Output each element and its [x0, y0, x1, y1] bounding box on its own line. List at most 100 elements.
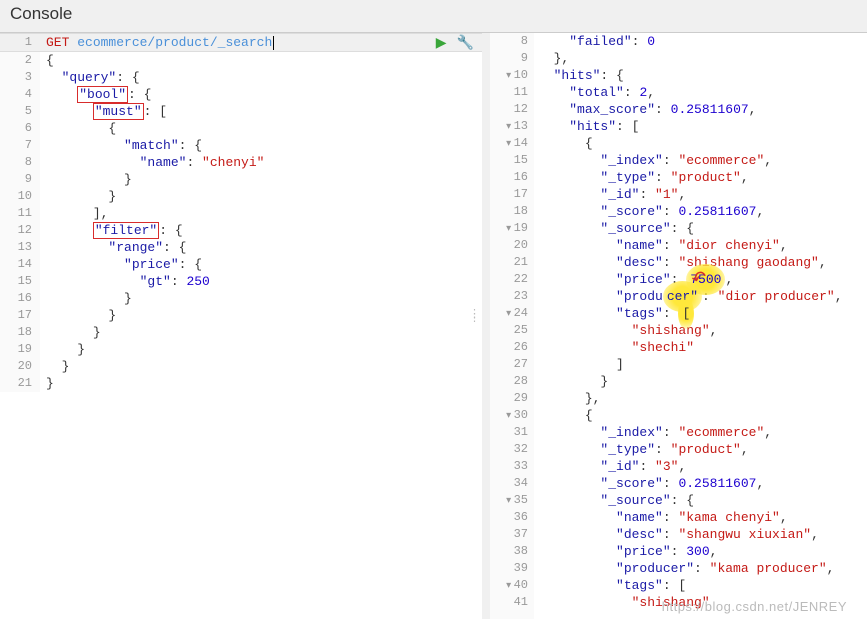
watermark-text: https://blog.csdn.net/JENREY	[662, 599, 847, 614]
code-content[interactable]: }	[40, 358, 482, 375]
line-number: 17	[0, 307, 40, 324]
request-line[interactable]: 8 "name": "chenyi"	[0, 154, 482, 171]
code-content[interactable]: "query": {	[40, 69, 482, 86]
request-line[interactable]: 6 {	[0, 120, 482, 137]
response-code[interactable]: "failed": 0 }, "hits": { "total": 2, "ma…	[534, 33, 867, 619]
line-number: 16	[0, 290, 40, 307]
code-content[interactable]: "must": [	[40, 103, 482, 120]
response-line: "_source": {	[538, 492, 867, 509]
request-line[interactable]: 10 }	[0, 188, 482, 205]
fold-icon[interactable]: ▾	[504, 408, 514, 425]
code-content[interactable]: ],	[40, 205, 482, 222]
code-content[interactable]: }	[40, 290, 482, 307]
code-content[interactable]: }	[40, 341, 482, 358]
line-number: 20	[0, 358, 40, 375]
response-line: "_score": 0.25811607,	[538, 203, 867, 220]
response-gutter: 89▾101112▾13▾1415161718▾1920212223▾24252…	[490, 33, 534, 619]
line-number: 12	[0, 222, 40, 239]
response-line: "_index": "ecommerce",	[538, 152, 867, 169]
line-number: 27	[490, 356, 528, 373]
line-number: 6	[0, 120, 40, 137]
request-line[interactable]: 15 "gt": 250	[0, 273, 482, 290]
line-number: ▾30	[490, 407, 528, 424]
request-line[interactable]: 12 "filter": {	[0, 222, 482, 239]
line-number: 11	[490, 84, 528, 101]
request-line[interactable]: 14 "price": {	[0, 256, 482, 273]
line-number: 22	[490, 271, 528, 288]
line-number: 31	[490, 424, 528, 441]
line-number: 11	[0, 205, 40, 222]
line-number: 4	[0, 86, 40, 103]
line-number: 17	[490, 186, 528, 203]
line-number: ▾10	[490, 67, 528, 84]
response-line: "hits": [	[538, 118, 867, 135]
code-content[interactable]: GET ecommerce/product/_search	[40, 34, 482, 51]
line-number: ▾35	[490, 492, 528, 509]
response-line: "max_score": 0.25811607,	[538, 101, 867, 118]
request-line[interactable]: 17 }	[0, 307, 482, 324]
request-line[interactable]: 4 "bool": {	[0, 86, 482, 103]
code-content[interactable]: }	[40, 324, 482, 341]
line-number: 19	[0, 341, 40, 358]
response-line: ]	[538, 356, 867, 373]
line-number: 15	[490, 152, 528, 169]
request-line[interactable]: 13 "range": {	[0, 239, 482, 256]
response-viewer-pane[interactable]: 89▾101112▾13▾1415161718▾1920212223▾24252…	[490, 33, 867, 619]
request-editor-pane[interactable]: ▶ 🔧 1GET ecommerce/product/_search2{3 "q…	[0, 33, 490, 619]
fold-icon[interactable]: ▾	[504, 221, 514, 238]
line-number: 21	[490, 254, 528, 271]
line-number: 25	[490, 322, 528, 339]
response-line: "_score": 0.25811607,	[538, 475, 867, 492]
fold-icon[interactable]: ▾	[504, 578, 514, 595]
code-content[interactable]: "bool": {	[40, 86, 482, 103]
fold-icon[interactable]: ▾	[504, 136, 514, 153]
request-line[interactable]: 16 }	[0, 290, 482, 307]
response-line: {	[538, 135, 867, 152]
request-line[interactable]: 3 "query": {	[0, 69, 482, 86]
fold-icon[interactable]: ▾	[504, 68, 514, 85]
response-line: "_id": "3",	[538, 458, 867, 475]
code-content[interactable]: {	[40, 120, 482, 137]
code-content[interactable]: }	[40, 307, 482, 324]
request-line[interactable]: 9 }	[0, 171, 482, 188]
fold-icon[interactable]: ▾	[504, 493, 514, 510]
request-line[interactable]: 2{	[0, 52, 482, 69]
code-content[interactable]: "filter": {	[40, 222, 482, 239]
code-content[interactable]: "price": {	[40, 256, 482, 273]
response-line: }	[538, 373, 867, 390]
line-number: 7	[0, 137, 40, 154]
fold-icon[interactable]: ▾	[504, 306, 514, 323]
split-panes: ▶ 🔧 1GET ecommerce/product/_search2{3 "q…	[0, 33, 867, 619]
code-content[interactable]: "match": {	[40, 137, 482, 154]
response-line: {	[538, 407, 867, 424]
response-line: "desc": "shangwu xiuxian",	[538, 526, 867, 543]
line-number: 33	[490, 458, 528, 475]
code-content[interactable]: }	[40, 188, 482, 205]
request-line[interactable]: 11 ],	[0, 205, 482, 222]
line-number: 38	[490, 543, 528, 560]
code-content[interactable]: "name": "chenyi"	[40, 154, 482, 171]
request-line[interactable]: 5 "must": [	[0, 103, 482, 120]
code-content[interactable]: }	[40, 171, 482, 188]
line-number: ▾40	[490, 577, 528, 594]
fold-icon[interactable]: ▾	[504, 119, 514, 136]
line-number: 8	[0, 154, 40, 171]
request-line[interactable]: 20 }	[0, 358, 482, 375]
code-content[interactable]: {	[40, 52, 482, 69]
console-title: Console	[10, 4, 72, 23]
line-number: 39	[490, 560, 528, 577]
code-content[interactable]: "gt": 250	[40, 273, 482, 290]
response-line: "total": 2,	[538, 84, 867, 101]
resize-handle-icon[interactable]: ⋮⋮	[469, 313, 480, 321]
response-line: },	[538, 390, 867, 407]
code-content[interactable]: }	[40, 375, 482, 392]
request-line[interactable]: 21}	[0, 375, 482, 392]
request-line[interactable]: 7 "match": {	[0, 137, 482, 154]
line-number: 14	[0, 256, 40, 273]
request-line[interactable]: 18 }	[0, 324, 482, 341]
request-line[interactable]: 19 }	[0, 341, 482, 358]
code-content[interactable]: "range": {	[40, 239, 482, 256]
response-line: "price": 300,	[538, 543, 867, 560]
response-line: "_type": "product",	[538, 441, 867, 458]
request-line[interactable]: 1GET ecommerce/product/_search	[0, 33, 482, 52]
